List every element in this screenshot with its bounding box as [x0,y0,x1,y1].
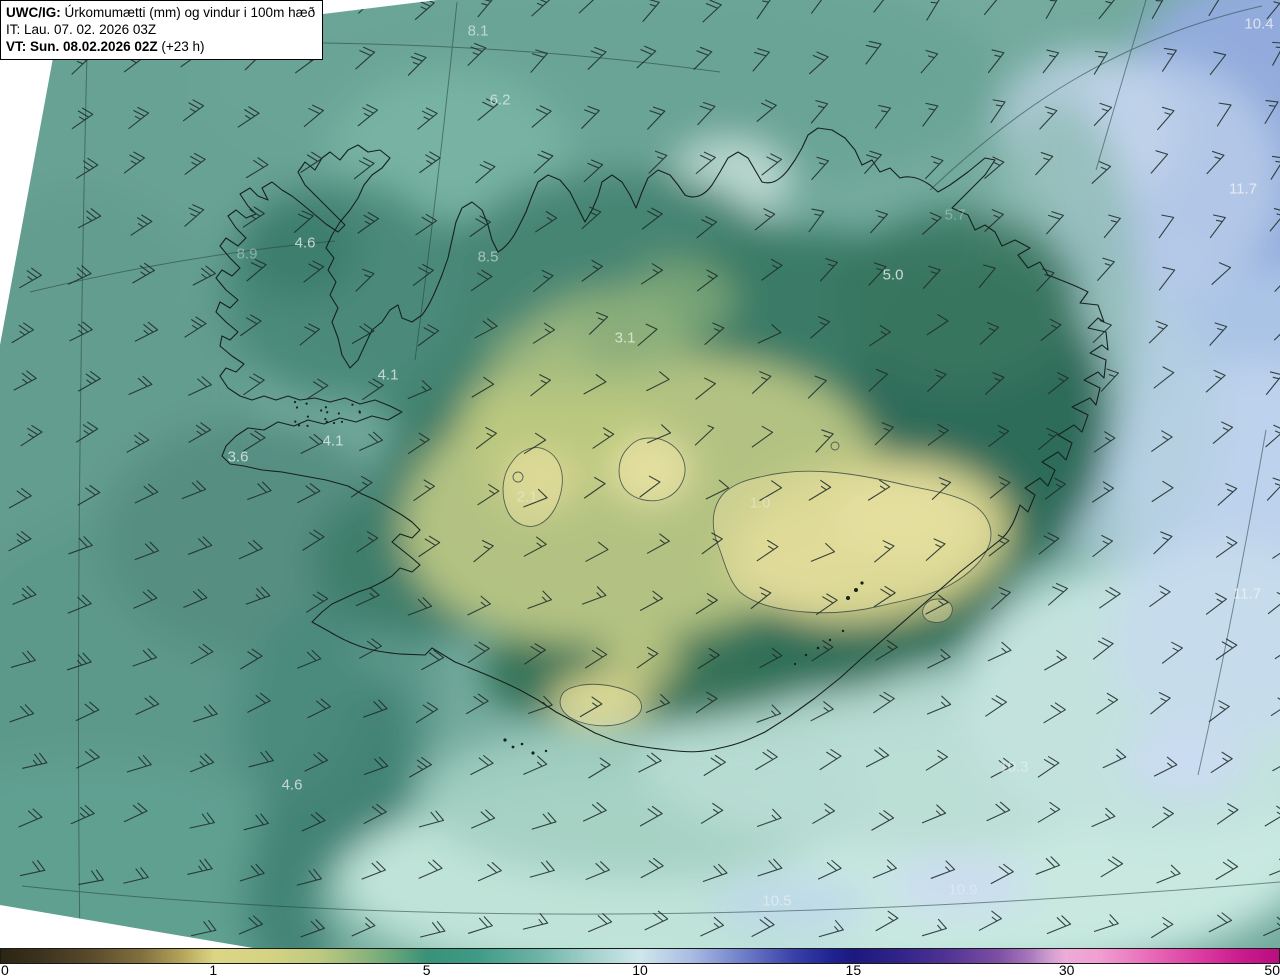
valid-offset: (+23 h) [161,39,205,54]
valid-time: Sun. 08.02.2026 02Z [30,39,158,54]
init-time-line: IT: Lau. 07. 02. 2026 03Z [6,22,157,37]
colorbar-ticks: 0 1 5 10 15 30 50 [0,962,1280,978]
colorbar-tick: 30 [1058,962,1075,978]
colorbar-tick: 1 [209,962,218,978]
colorbar-tick: 0 [1,962,9,978]
weather-map-screen: 6.28.16.210.411.74.68.98.55.05.73.14.14.… [0,0,1280,978]
legend-title-line: UWC/IG: Úrkomumætti (mm) og vindur i 100… [6,4,315,21]
valid-label: VT: [6,39,27,54]
product-label: UWC/IG: [6,5,61,20]
precipitation-wind-map [0,0,1280,948]
colorbar: 0 1 5 10 15 30 50 [0,948,1280,978]
colorbar-tick: 50 [1264,962,1280,978]
map-legend-box: UWC/IG: Úrkomumætti (mm) og vindur i 100… [0,0,324,60]
colorbar-tick: 10 [632,962,648,978]
colorbar-tick: 15 [845,962,862,978]
map-title: Úrkomumætti (mm) og vindur i 100m hæð [64,5,316,20]
map-area: 6.28.16.210.411.74.68.98.55.05.73.14.14.… [0,0,1280,948]
colorbar-tick: 5 [422,962,431,978]
valid-time-line: VT: Sun. 08.02.2026 02Z (+23 h) [6,38,315,55]
